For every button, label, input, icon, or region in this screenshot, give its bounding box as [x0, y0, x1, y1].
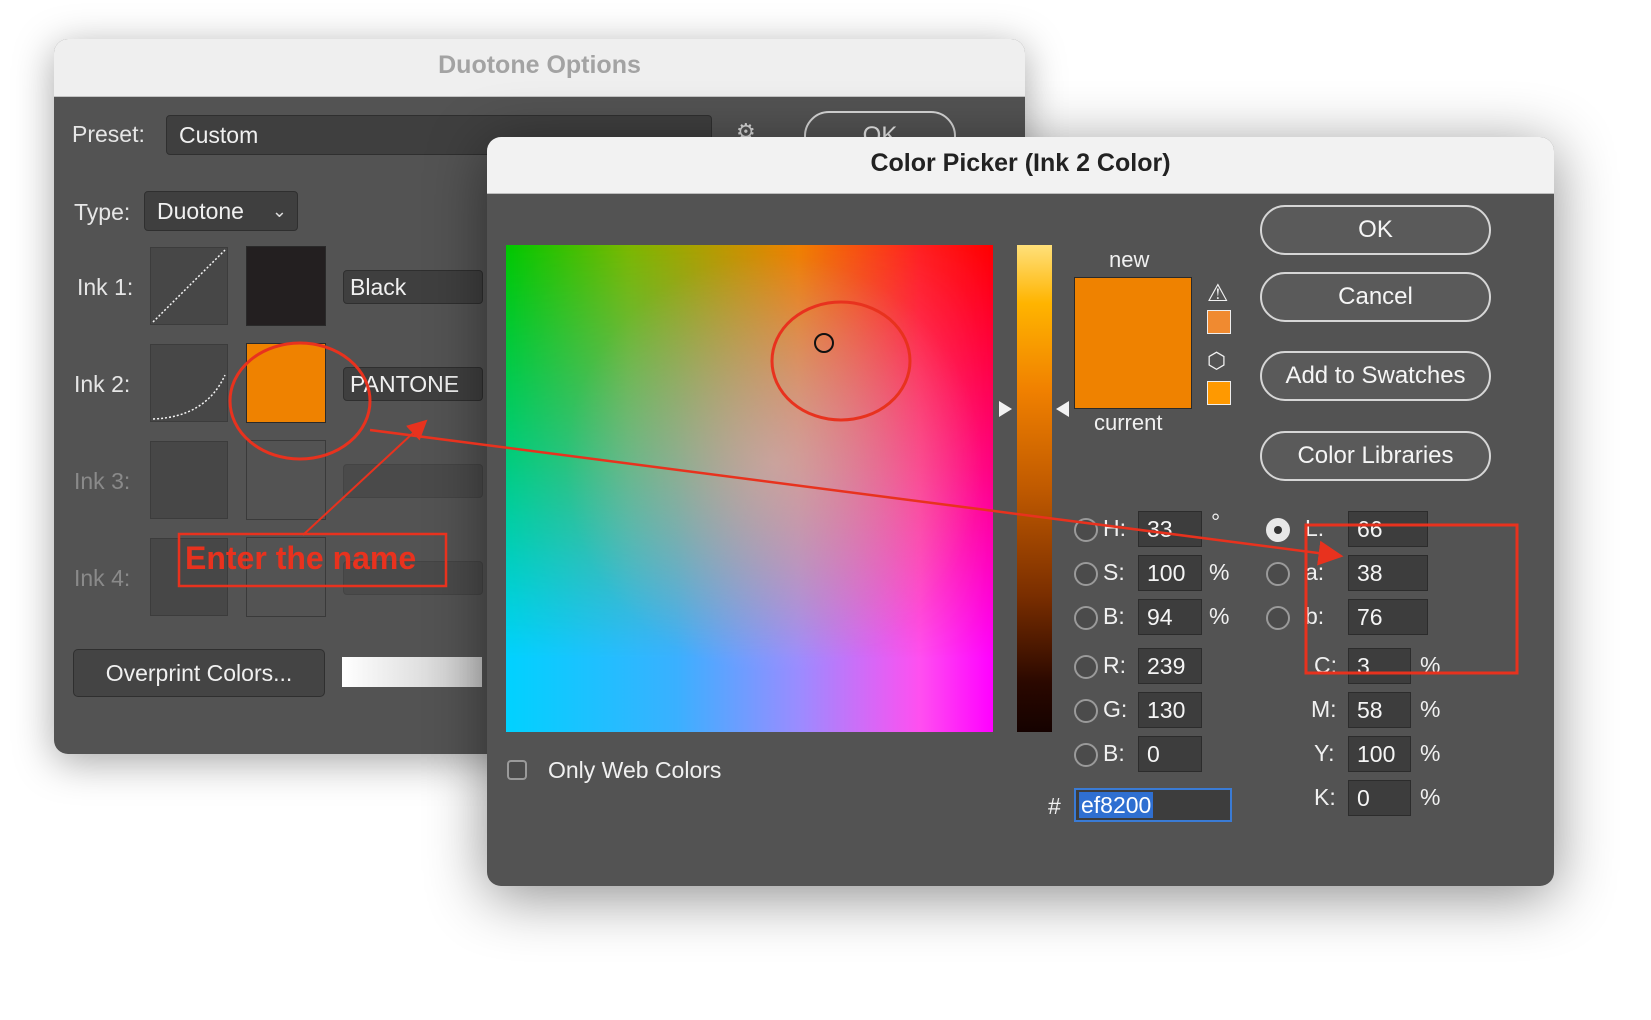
arrow-to-name-field — [302, 419, 428, 536]
color-field-highlight-circle — [770, 300, 912, 422]
arrow-to-lab — [369, 428, 1344, 566]
ink2-swatch-highlight-circle — [228, 341, 372, 461]
enter-name-annotation: Enter the name — [185, 540, 417, 576]
annotation-overlay — [177, 300, 1519, 675]
lab-values-highlight-box — [1304, 523, 1519, 675]
